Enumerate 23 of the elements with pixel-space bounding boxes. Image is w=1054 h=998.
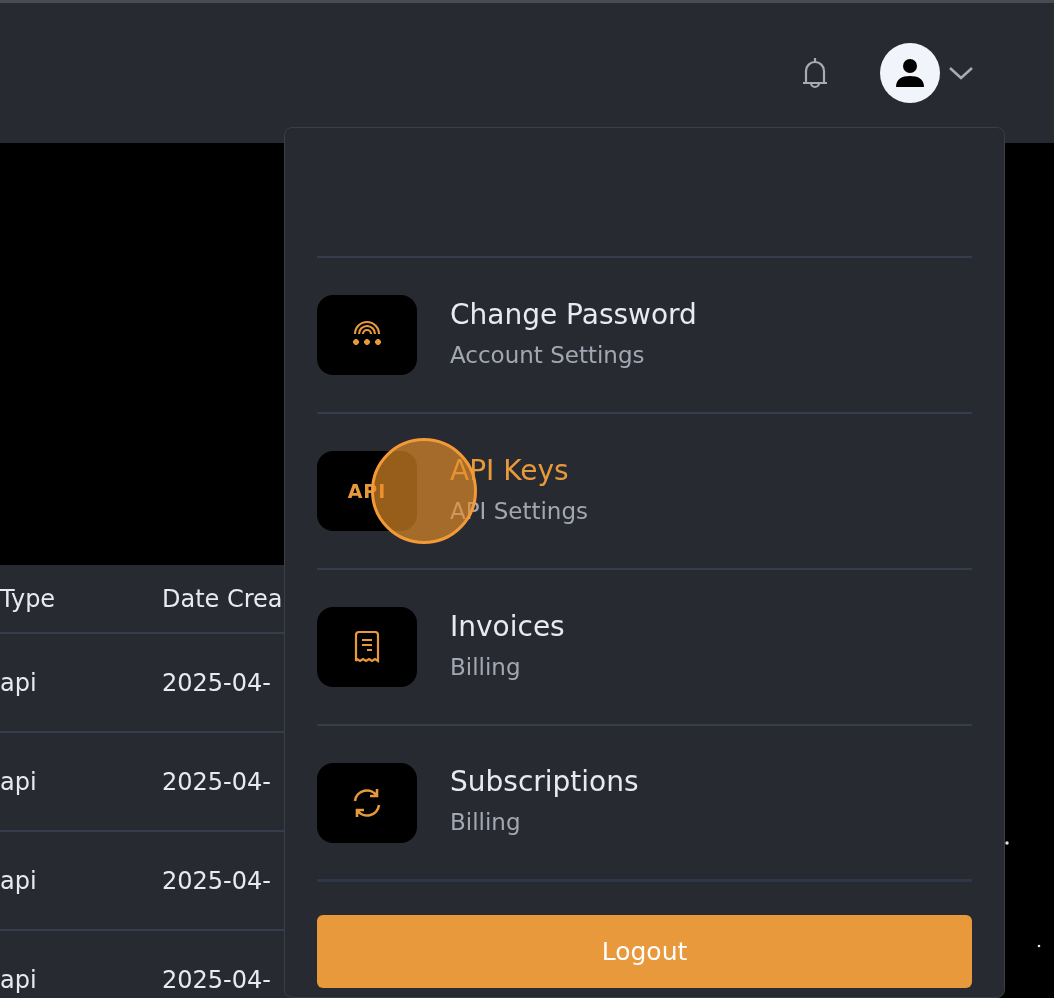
column-header: Date Crea	[162, 583, 283, 615]
table-cell-text: api	[0, 865, 38, 897]
menu-item-icon-tile[interactable]	[317, 607, 417, 687]
menu-item-subtitle: Billing	[450, 652, 522, 682]
table-cell-text: 2025-04-	[162, 667, 271, 699]
avatar-button[interactable]	[880, 43, 940, 103]
receipt-icon	[353, 630, 381, 664]
menu-item-icon-tile[interactable]	[317, 295, 417, 375]
menu-item-icon-tile[interactable]	[317, 762, 417, 843]
person-icon	[893, 56, 927, 90]
menu-item-title[interactable]: Subscriptions	[450, 765, 639, 800]
table-cell-text: 2025-04-	[162, 964, 271, 996]
menu-item-title[interactable]: Change Password	[450, 297, 697, 332]
table-cell-text: 2025-04-	[162, 865, 271, 897]
column-header: Type	[0, 583, 57, 615]
menu-item-subtitle: Billing	[450, 808, 522, 838]
table-cell-text: api	[0, 964, 38, 996]
chevron-icon[interactable]	[948, 65, 974, 81]
table-cell-text: api	[0, 766, 38, 798]
menu-item-title[interactable]: Invoices	[450, 609, 565, 644]
table-cell-text: api	[0, 667, 38, 699]
table-cell-text: 2025-04-	[162, 766, 271, 798]
menu-item-subtitle: Account Settings	[450, 340, 646, 370]
